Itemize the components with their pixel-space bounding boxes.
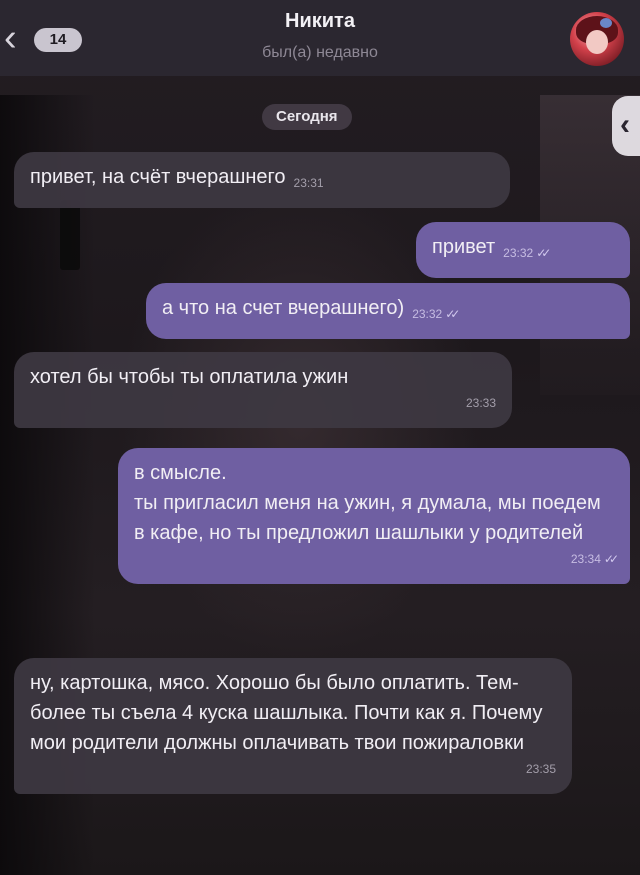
date-divider: Сегодня bbox=[262, 104, 352, 130]
message-bubble-outgoing[interactable]: а что на счет вчерашнего) 23:32 ✓✓ bbox=[146, 283, 630, 339]
message-bubble-incoming[interactable]: хотел бы чтобы ты оплатила ужин 23:33 bbox=[14, 352, 512, 428]
contact-name[interactable]: Никита bbox=[0, 10, 640, 33]
side-panel-handle[interactable]: ‹ bbox=[612, 96, 640, 156]
chat-header: ‹ 14 Никита был(а) недавно bbox=[0, 0, 640, 76]
message-time: 23:35 bbox=[525, 762, 556, 776]
message-time: 23:34 bbox=[570, 552, 601, 566]
message-text: в смысле. ты пригласил меня на ужин, я д… bbox=[134, 462, 601, 544]
avatar[interactable] bbox=[570, 12, 624, 66]
double-check-icon: ✓✓ bbox=[536, 246, 551, 260]
message-time-wrap: 23:34 ✓✓ bbox=[142, 544, 619, 574]
avatar-accent bbox=[600, 18, 612, 28]
message-text: а что на счет вчерашнего) bbox=[162, 297, 405, 319]
contact-status: был(а) недавно bbox=[262, 44, 378, 61]
message-time: 23:31 bbox=[293, 176, 324, 190]
double-check-icon: ✓✓ bbox=[445, 307, 460, 321]
message-bubble-outgoing[interactable]: привет 23:32 ✓✓ bbox=[416, 222, 630, 278]
chat-screen: ‹ 14 Никита был(а) недавно Сегодня ‹ при… bbox=[0, 0, 640, 875]
message-bubble-incoming[interactable]: привет, на счёт вчерашнего 23:31 bbox=[14, 152, 510, 208]
message-time: 23:32 bbox=[503, 246, 534, 260]
message-text: привет, на счёт вчерашнего bbox=[30, 166, 286, 188]
message-time-wrap: 23:32 ✓✓ bbox=[503, 238, 551, 268]
chevron-left-icon: ‹ bbox=[620, 108, 630, 141]
background-object bbox=[60, 200, 80, 270]
message-time: 23:33 bbox=[465, 396, 496, 410]
message-text: ну, картошка, мясо. Хорошо бы было оплат… bbox=[30, 672, 543, 754]
avatar-face bbox=[586, 30, 608, 54]
message-bubble-outgoing[interactable]: в смысле. ты пригласил меня на ужин, я д… bbox=[118, 448, 630, 584]
message-time: 23:32 bbox=[412, 307, 443, 321]
message-text: привет bbox=[432, 236, 496, 258]
message-bubble-incoming[interactable]: ну, картошка, мясо. Хорошо бы было оплат… bbox=[14, 658, 572, 794]
double-check-icon: ✓✓ bbox=[603, 552, 619, 566]
message-time-wrap: 23:32 ✓✓ bbox=[412, 299, 460, 329]
